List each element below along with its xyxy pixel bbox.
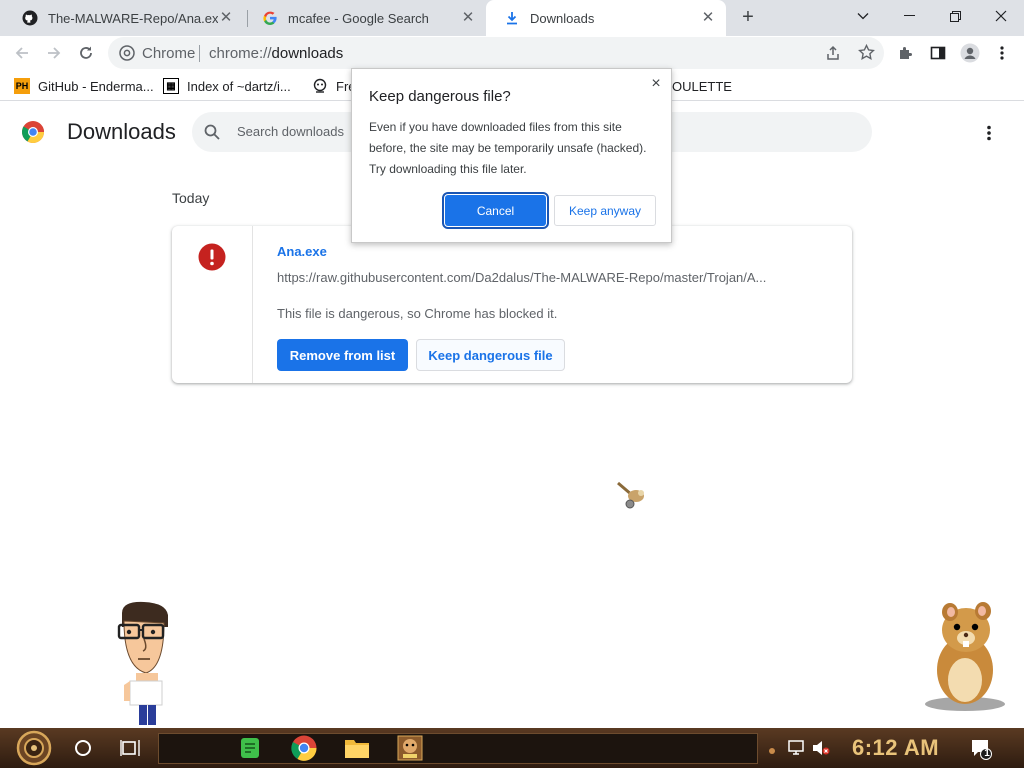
- folder-index-icon: ▦: [163, 78, 179, 94]
- keep-dangerous-dialog: Keep dangerous file? × Even if you have …: [351, 68, 672, 243]
- cortana-search-icon[interactable]: [74, 739, 92, 762]
- keep-dangerous-file-button[interactable]: Keep dangerous file: [416, 339, 565, 371]
- cartoon-character-icon: [116, 601, 174, 732]
- search-icon: [204, 124, 220, 145]
- menu-button[interactable]: [988, 39, 1016, 67]
- bee-cursor-icon: [616, 480, 648, 515]
- arrow-left-icon: [15, 47, 28, 59]
- tab-github[interactable]: The-MALWARE-Repo/Ana.exe ✕: [4, 0, 244, 36]
- profile-button[interactable]: [956, 39, 984, 67]
- bookmark-github[interactable]: PH GitHub - Enderma...: [14, 77, 154, 95]
- chevron-up-icon[interactable]: [768, 742, 776, 760]
- restore-icon: [949, 10, 961, 22]
- chrome-taskbar-icon[interactable]: [291, 735, 317, 766]
- url-scheme: chrome://: [209, 45, 272, 62]
- tab-title: The-MALWARE-Repo/Ana.exe: [48, 10, 218, 26]
- danger-icon: [198, 243, 226, 276]
- kebab-menu-icon: [987, 125, 991, 141]
- bookmark-label: GitHub - Enderma...: [38, 78, 154, 94]
- close-icon: [995, 10, 1007, 22]
- dialog-cancel-button[interactable]: Cancel: [442, 192, 549, 229]
- url-text[interactable]: chrome://downloads: [209, 45, 343, 62]
- puzzle-icon: [900, 47, 912, 59]
- hamster-mascot-icon: [920, 600, 1010, 717]
- minimize-button[interactable]: [886, 0, 932, 32]
- forward-button[interactable]: [40, 39, 68, 67]
- notification-count: 1: [984, 748, 990, 759]
- back-button[interactable]: [8, 39, 36, 67]
- minimize-icon: [903, 15, 915, 16]
- side-panel-icon: [930, 46, 946, 60]
- page-menu-button[interactable]: [986, 125, 992, 146]
- file-status: This file is dangerous, so Chrome has bl…: [277, 306, 558, 321]
- share-icon[interactable]: [825, 45, 841, 66]
- steampunk-orb-icon: [16, 730, 52, 766]
- dialog-body: Even if you have downloaded files from t…: [369, 120, 647, 176]
- date-header: Today: [172, 190, 210, 206]
- new-tab-button[interactable]: +: [736, 6, 760, 30]
- side-panel-button[interactable]: [924, 39, 952, 67]
- download-icon: [504, 10, 520, 26]
- reload-button[interactable]: [72, 39, 100, 67]
- omnibox[interactable]: Chrome chrome://downloads: [108, 37, 884, 69]
- close-window-button[interactable]: [978, 0, 1024, 32]
- chrome-icon: [119, 45, 135, 66]
- tab-title: mcafee - Google Search: [288, 10, 429, 26]
- extensions-button[interactable]: [892, 39, 920, 67]
- omnibox-chip: Chrome: [142, 45, 196, 62]
- dialog-keep-anyway-button[interactable]: Keep anyway: [554, 195, 656, 226]
- bonzi-app-icon[interactable]: [397, 735, 423, 766]
- file-url[interactable]: https://raw.githubusercontent.com/Da2dal…: [277, 270, 787, 285]
- kebab-menu-icon: [1000, 46, 1004, 60]
- arrow-right-icon: [48, 47, 61, 59]
- tab-strip: The-MALWARE-Repo/Ana.exe ✕ mcafee - Goog…: [0, 0, 1024, 36]
- download-item-card: Ana.exe https://raw.githubusercontent.co…: [172, 226, 852, 383]
- bookmark-roulette[interactable]: OULETTE: [672, 77, 732, 95]
- bookmark-index[interactable]: ▦ Index of ~dartz/i...: [163, 77, 291, 95]
- omnibox-separator: [199, 45, 200, 62]
- close-tab-icon[interactable]: ✕: [218, 10, 234, 26]
- tab-title: Downloads: [530, 10, 595, 26]
- google-icon: [262, 10, 278, 26]
- chrome-logo-icon: [22, 121, 44, 148]
- github-icon: [22, 10, 38, 26]
- remove-from-list-button[interactable]: Remove from list: [277, 339, 408, 371]
- url-host: downloads: [271, 45, 344, 62]
- volume-muted-icon[interactable]: [812, 740, 830, 761]
- bookmark-label: OULETTE: [672, 78, 732, 94]
- tab-search-button[interactable]: [840, 0, 886, 32]
- close-tab-icon[interactable]: ✕: [700, 10, 716, 26]
- bookmark-fre[interactable]: Fre: [312, 77, 356, 95]
- close-tab-icon[interactable]: ✕: [460, 10, 476, 26]
- file-explorer-icon[interactable]: [344, 737, 370, 764]
- notes-app-icon[interactable]: [238, 736, 262, 765]
- tab-google-search[interactable]: mcafee - Google Search ✕: [244, 0, 486, 36]
- bookmark-star-icon[interactable]: [858, 43, 875, 66]
- card-divider: [252, 226, 253, 383]
- taskbar-clock[interactable]: 6:12 AM: [852, 735, 939, 761]
- ph-icon: PH: [14, 78, 30, 94]
- bookmark-label: Index of ~dartz/i...: [187, 78, 291, 94]
- start-button[interactable]: [10, 730, 58, 771]
- robot-icon: [312, 78, 328, 94]
- search-placeholder: Search downloads: [237, 124, 344, 139]
- reload-icon: [80, 46, 92, 59]
- dialog-title: Keep dangerous file?: [369, 88, 511, 105]
- task-view-icon[interactable]: [120, 739, 140, 762]
- network-icon[interactable]: [788, 740, 806, 761]
- page-title: Downloads: [67, 119, 176, 144]
- file-name-link[interactable]: Ana.exe: [277, 244, 327, 259]
- chevron-down-icon: [857, 13, 869, 20]
- avatar-icon: [960, 43, 980, 63]
- tab-downloads[interactable]: Downloads ✕: [486, 0, 726, 36]
- dialog-close-button[interactable]: ×: [648, 75, 664, 93]
- toolbar: Chrome chrome://downloads: [0, 36, 1024, 70]
- restore-button[interactable]: [932, 0, 978, 32]
